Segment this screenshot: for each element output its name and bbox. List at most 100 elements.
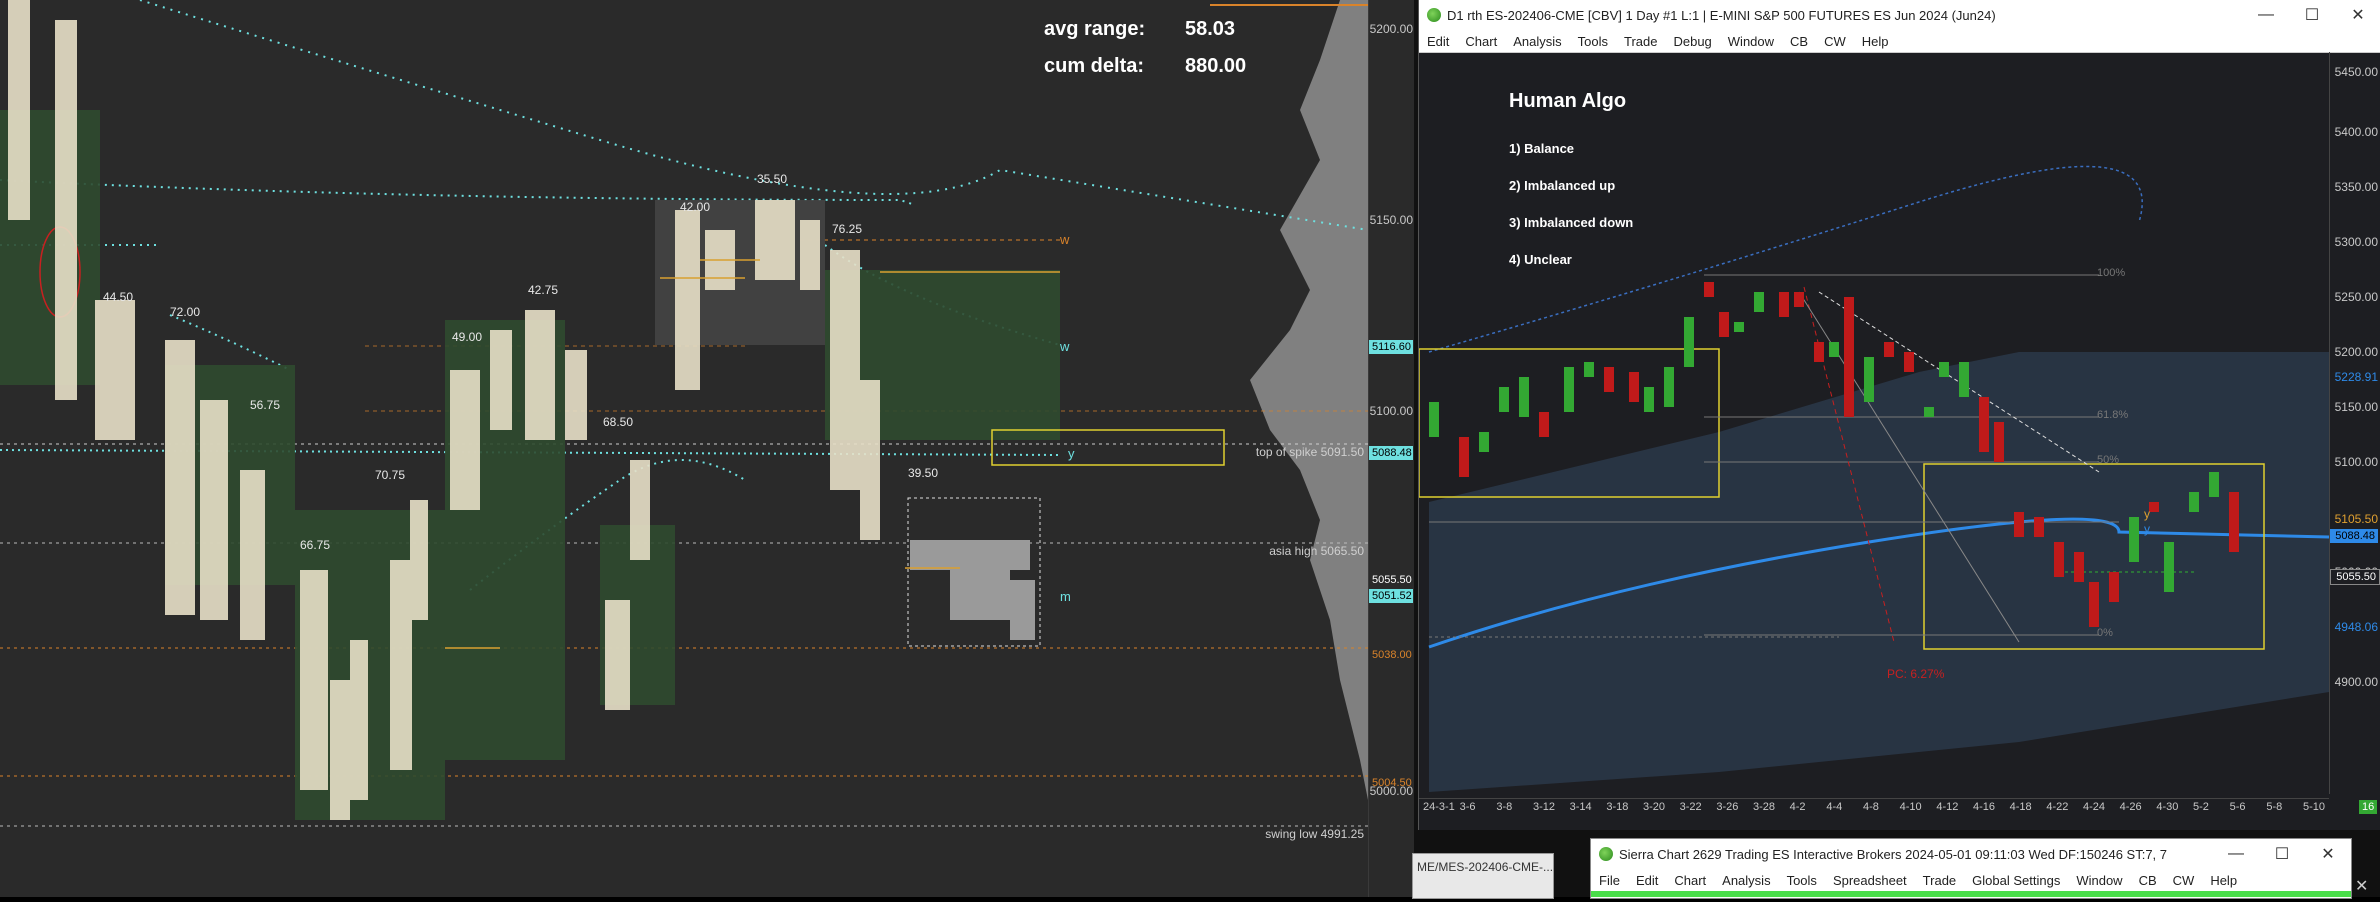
pc-label: PC: 6.27%	[1887, 667, 1945, 681]
minimize-icon[interactable]: —	[2243, 6, 2289, 24]
menu-edit[interactable]: Edit	[1419, 34, 1457, 49]
date-tick: 4-12	[1936, 801, 1959, 813]
date-tick: 5-6	[2229, 801, 2246, 813]
date-tick: 4-2	[1789, 801, 1806, 813]
range-label: 72.00	[170, 305, 201, 319]
price-tag-cyan: 5088.48	[1369, 446, 1413, 460]
menu-tools[interactable]: Tools	[1570, 34, 1616, 49]
maximize-icon[interactable]: ☐	[2289, 5, 2335, 25]
price-tick: 5200.00	[1369, 22, 1413, 36]
fib-618: 61.8%	[2097, 409, 2129, 421]
price-tag-blue: 5228.91	[2334, 370, 2378, 384]
price-tick: 5400.00	[2334, 125, 2378, 139]
date-axis[interactable]: 24-3-1 3-6 3-8 3-12 3-14 3-18 3-20 3-22 3-26 3-28…	[1419, 798, 2329, 817]
cum-delta-value: 880.00	[1185, 55, 1247, 77]
menu-cb[interactable]: CB	[2131, 873, 2165, 888]
price-tag-blue-box: 5088.48	[2330, 529, 2378, 543]
date-tick: 3-28	[1753, 801, 1776, 813]
date-tick: 3-8	[1496, 801, 1513, 813]
date-tick: 4-18	[2009, 801, 2032, 813]
menu-file[interactable]: File	[1591, 873, 1628, 888]
menu-chart[interactable]: Chart	[1666, 873, 1714, 888]
menu-tools[interactable]: Tools	[1779, 873, 1825, 888]
menu-debug[interactable]: Debug	[1665, 34, 1719, 49]
price-tick: 5100.00	[2334, 455, 2378, 469]
date-tick: 3-14	[1569, 801, 1592, 813]
menu-global-settings[interactable]: Global Settings	[1964, 873, 2068, 888]
menu-analysis[interactable]: Analysis	[1714, 873, 1778, 888]
price-tag-cyan: 5116.60	[1369, 340, 1413, 354]
date-tick: 5-8	[2266, 801, 2283, 813]
menu-chart[interactable]: Chart	[1457, 34, 1505, 49]
footprint-grey	[910, 540, 1035, 640]
marker-w2: w	[1060, 339, 1070, 354]
app-icon	[1427, 8, 1441, 22]
menu-help[interactable]: Help	[1854, 34, 1897, 49]
left-chart-pane[interactable]: avg range: 58.03 cum delta: 880.00 44.50…	[0, 0, 1369, 897]
price-tick: 5100.00	[1369, 404, 1413, 418]
price-tag-orange: 5105.50	[2334, 512, 2378, 526]
avg-range-value: 58.03	[1185, 18, 1236, 40]
date-tick: 5-10	[2303, 801, 2326, 813]
daily-price-axis[interactable]: 5450.00 5400.00 5350.00 5300.00 5250.00 …	[2329, 52, 2380, 794]
minimize-icon[interactable]: —	[2213, 845, 2259, 863]
menu-cw[interactable]: CW	[1816, 34, 1854, 49]
close-icon[interactable]: ✕	[2305, 844, 2351, 864]
avg-range-label: avg range:	[1044, 18, 1146, 40]
window-titlebar[interactable]: D1 rth ES-202406-CME [CBV] 1 Day #1 L:1 …	[1419, 0, 2380, 30]
date-tick: 4-8	[1863, 801, 1879, 813]
date-tick: 3-26	[1716, 801, 1739, 813]
top-of-spike-label: top of spike 5091.50	[1255, 445, 1364, 459]
menu-window[interactable]: Window	[2068, 873, 2130, 888]
asia-high-label: asia high 5065.50	[1269, 544, 1364, 558]
price-tick: 5450.00	[2334, 65, 2378, 79]
range-label: 56.75	[250, 398, 281, 412]
range-label: 39.50	[908, 466, 939, 480]
close-icon[interactable]: ✕	[2335, 5, 2380, 25]
date-tick: 4-24	[2083, 801, 2106, 813]
price-tag-white-box: 5055.50	[2330, 569, 2380, 585]
price-tick: 5350.00	[2334, 180, 2378, 194]
menu-cb[interactable]: CB	[1782, 34, 1816, 49]
outer-close-icon[interactable]: ✕	[2355, 876, 2368, 896]
left-price-axis[interactable]: 5200.00 5150.00 5100.00 5000.00 5116.60 …	[1368, 0, 1415, 897]
date-tick: 4-16	[1973, 801, 1996, 813]
status-bar-green	[1591, 891, 2351, 897]
price-tick: 5300.00	[2334, 235, 2378, 249]
range-label: 35.50	[757, 172, 788, 186]
panel-heading: Human Algo	[1509, 90, 1627, 112]
menu-analysis[interactable]: Analysis	[1505, 34, 1569, 49]
date-tick: 5-2	[2193, 801, 2209, 813]
window-menubar: Edit Chart Analysis Tools Trade Debug Wi…	[1419, 30, 2380, 53]
date-tick: 3-12	[1533, 801, 1556, 813]
menu-cw[interactable]: CW	[2165, 873, 2203, 888]
date-tick: 4-26	[2119, 801, 2142, 813]
maximize-icon[interactable]: ☐	[2259, 844, 2305, 864]
sierra-titlebar[interactable]: Sierra Chart 2629 Trading ES Interactive…	[1591, 839, 2351, 869]
menu-window[interactable]: Window	[1720, 34, 1782, 49]
daily-chart-canvas	[1418, 165, 2330, 792]
date-tick: 3-20	[1643, 801, 1666, 813]
range-label: 44.50	[103, 290, 134, 304]
sierra-menubar: File Edit Chart Analysis Tools Spreadshe…	[1591, 869, 2351, 891]
mes-chart-tab[interactable]: ME/MES-202406-CME-...	[1412, 853, 1554, 899]
menu-edit[interactable]: Edit	[1628, 873, 1666, 888]
daily-chart-area[interactable]: Human Algo 1) Balance 2) Imbalanced up 3…	[1418, 52, 2330, 794]
price-tick: 5150.00	[1369, 213, 1413, 227]
date-tick: 3-6	[1459, 801, 1476, 813]
fib-100: 100%	[2097, 267, 2126, 279]
menu-spreadsheet[interactable]: Spreadsheet	[1825, 873, 1915, 888]
chart-window[interactable]: D1 rth ES-202406-CME [CBV] 1 Day #1 L:1 …	[1418, 0, 2380, 830]
swing-low-label: swing low 4991.25	[1265, 827, 1364, 841]
price-tag-orange: 5038.00	[1372, 649, 1412, 661]
volume-profile	[1250, 0, 1368, 800]
window-title: D1 rth ES-202406-CME [CBV] 1 Day #1 L:1 …	[1447, 7, 1996, 23]
price-tag-cyan: 5051.52	[1369, 589, 1413, 603]
marker-m: m	[1060, 589, 1071, 604]
menu-trade[interactable]: Trade	[1915, 873, 1964, 888]
sierra-main-window[interactable]: Sierra Chart 2629 Trading ES Interactive…	[1590, 838, 2352, 899]
marker-y1: y	[2144, 507, 2150, 521]
date-tick: 3-18	[1606, 801, 1629, 813]
menu-help[interactable]: Help	[2202, 873, 2245, 888]
menu-trade[interactable]: Trade	[1616, 34, 1665, 49]
